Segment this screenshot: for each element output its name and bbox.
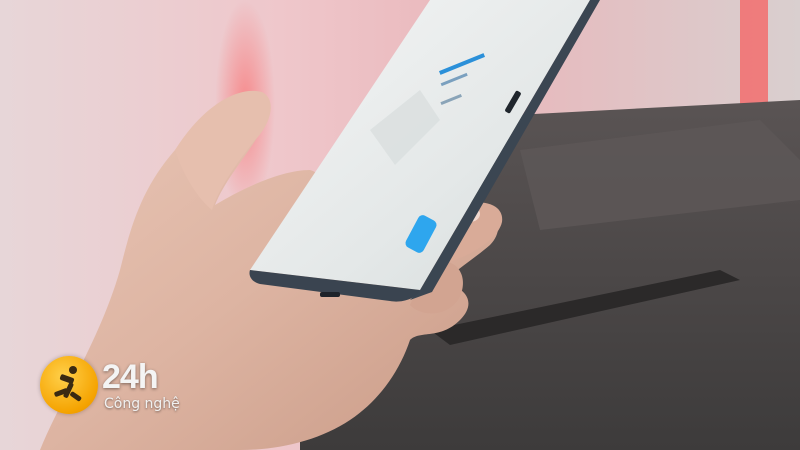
photo-scene: 24h Công nghệ [0, 0, 800, 450]
watermark-24h-logo: 24h Công nghệ [40, 356, 210, 416]
watermark-subtitle: Công nghệ [104, 396, 180, 412]
running-figure-icon [40, 356, 98, 414]
watermark-brand: 24h [102, 358, 159, 396]
phone-usb-port [320, 292, 340, 297]
